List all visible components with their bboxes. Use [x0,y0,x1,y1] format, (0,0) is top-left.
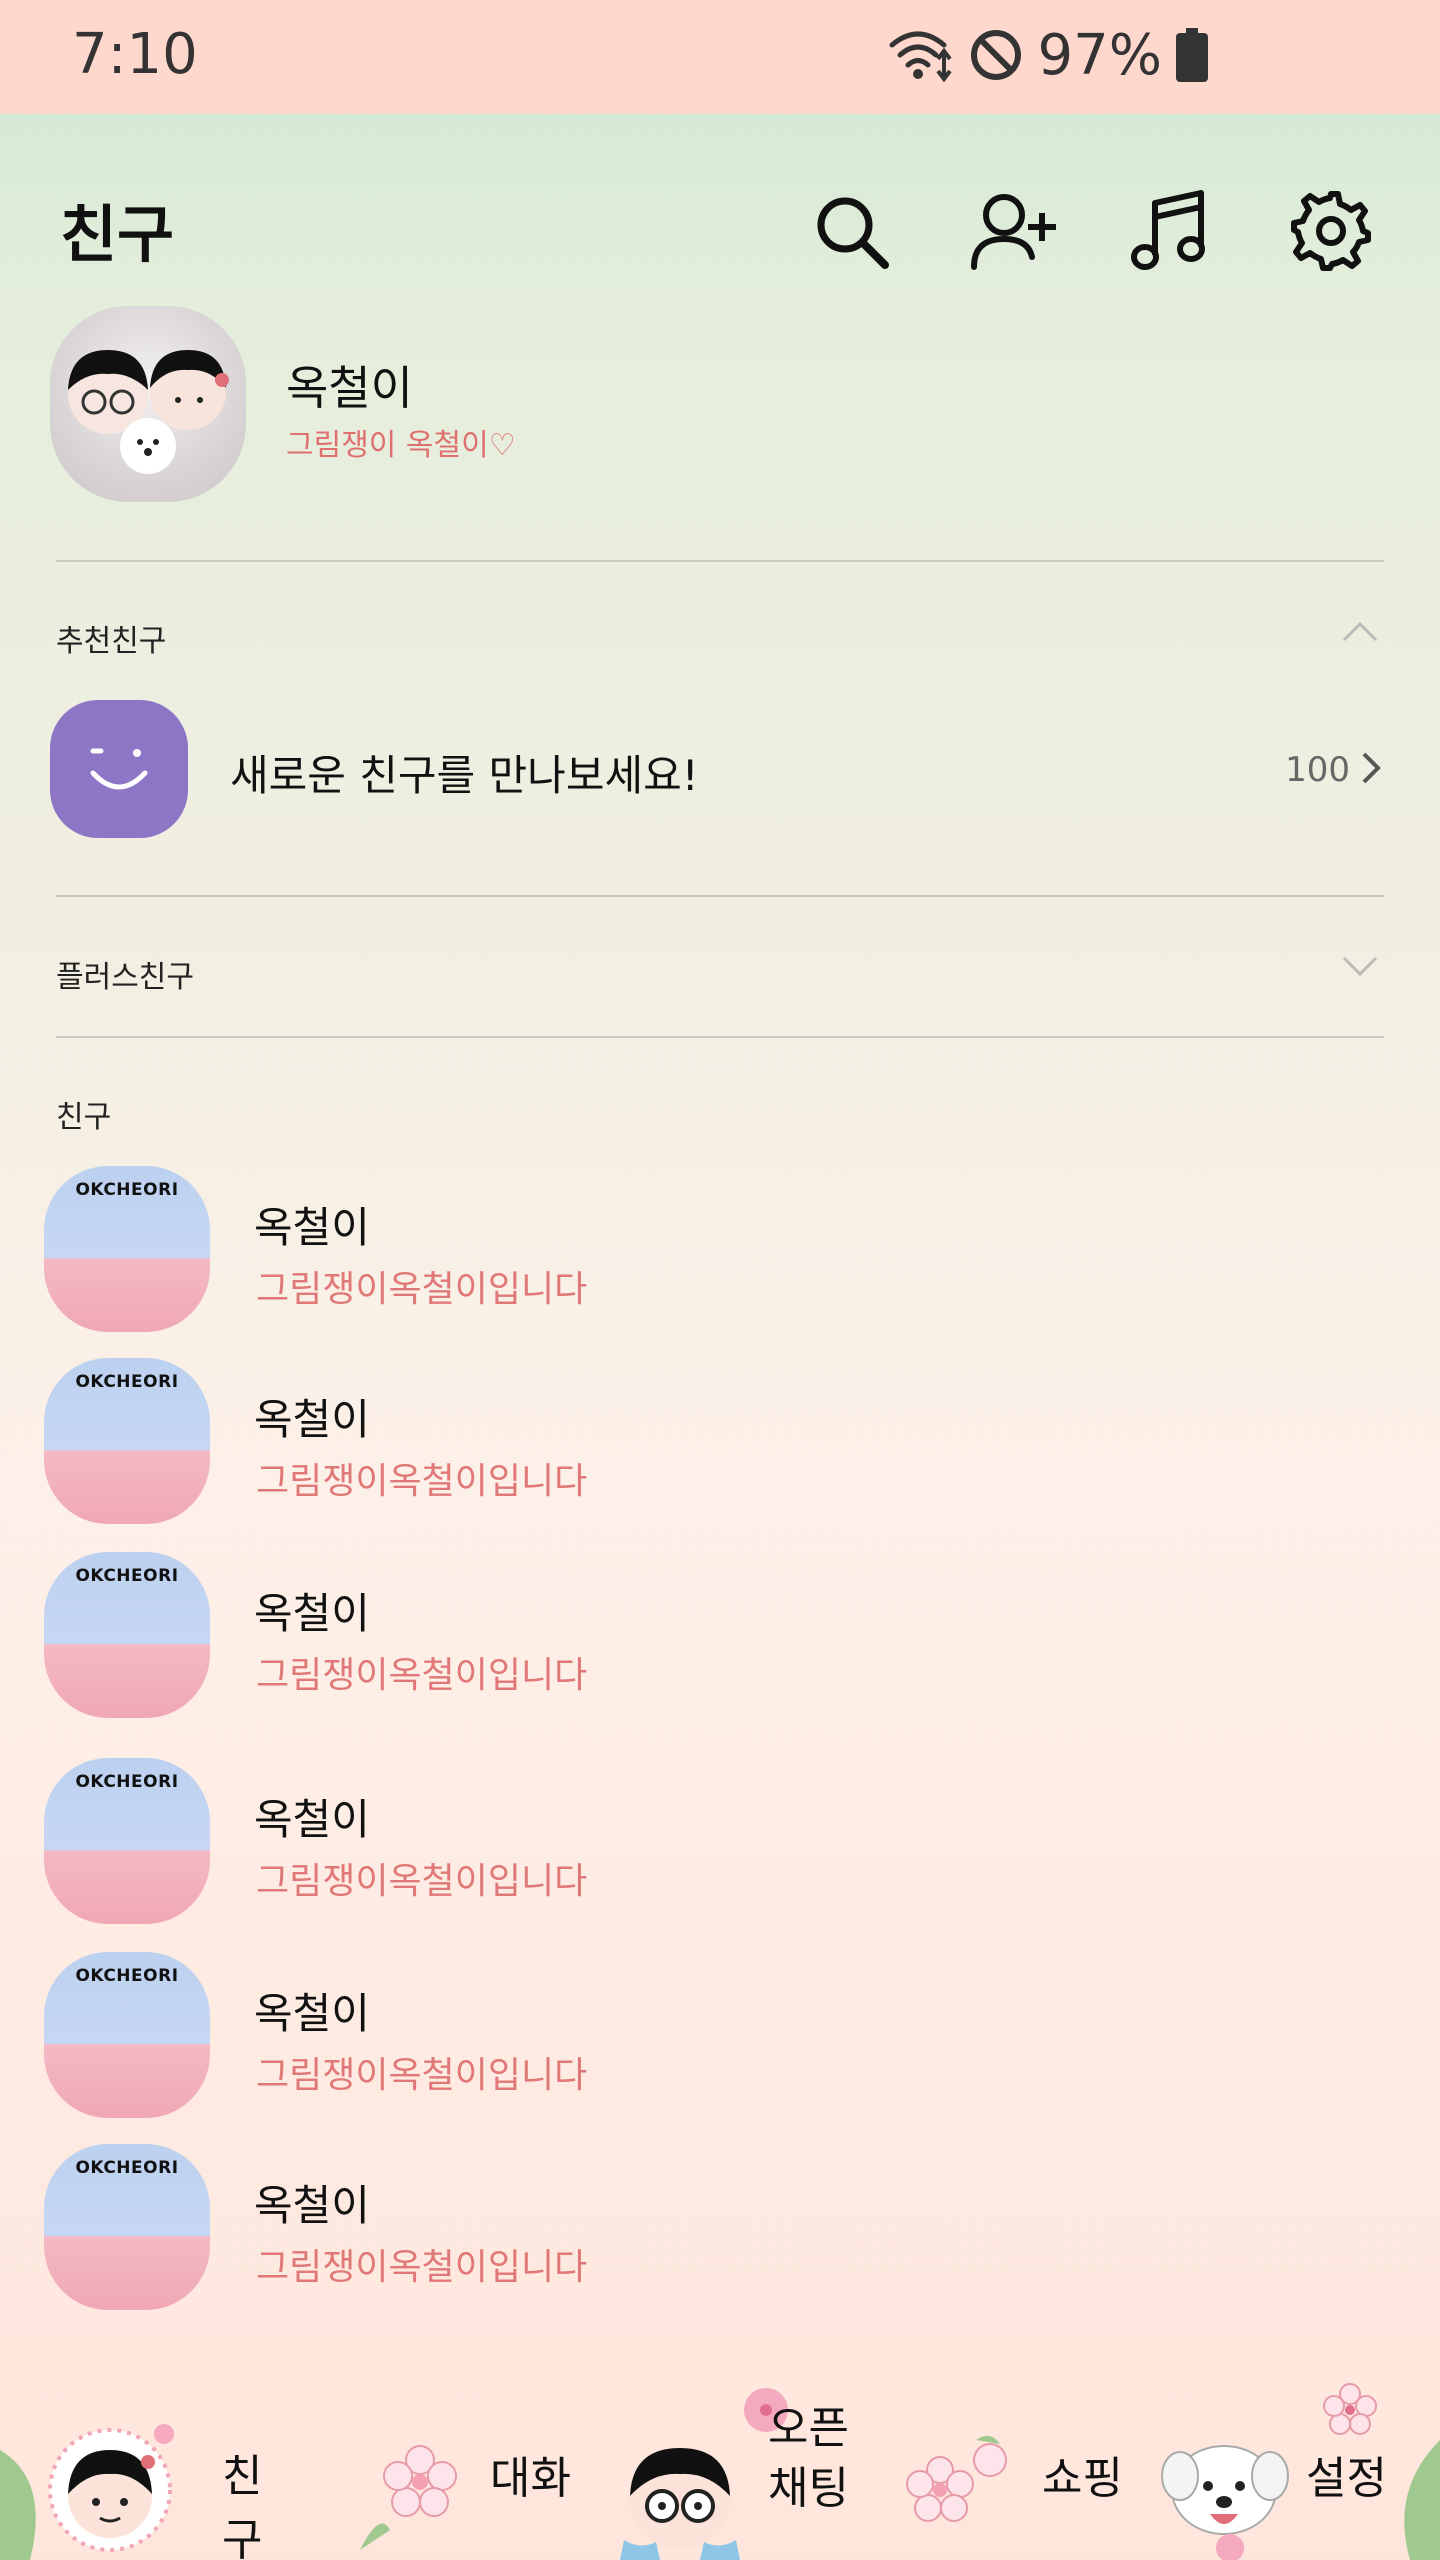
friend-status: 그림쟁이옥철이입니다 [256,2247,588,2288]
friend-name: 옥철이 [254,1395,370,1444]
recommend-avatar[interactable] [50,700,188,838]
friend-status: 그림쟁이옥철이입니다 [256,2055,588,2096]
avatar-label: OKCHEORI [75,1372,179,1392]
friend-name: 옥철이 [254,1989,370,2038]
tab-open-chat[interactable]: 오픈 채팅 [620,2380,870,2560]
divider [56,895,1384,897]
bottom-nav: 친구 대화 오픈 채팅 쇼핑 설정 [0,2380,1440,2560]
friend-name: 옥철이 [254,1795,370,1844]
status-bar: 7:10 97% [0,0,1440,114]
avatar-label: OKCHEORI [75,1180,179,1200]
settings-dog-icon [1161,2445,1289,2560]
avatar-label: OKCHEORI [75,2158,179,2178]
do-not-disturb-icon [968,27,1024,83]
friend-status: 그림쟁이옥철이입니다 [256,1861,588,1902]
list-item[interactable]: OKCHEORI 옥철이 그림쟁이옥철이입니다 [0,1552,1440,1732]
open-chat-character-icon [620,2448,740,2560]
flower-icon [1323,2383,1377,2435]
list-item[interactable]: OKCHEORI 옥철이 그림쟁이옥철이입니다 [0,1166,1440,1346]
avatar-label: OKCHEORI [75,1772,179,1792]
section-title-plus-friends: 플러스친구 [56,960,194,995]
chevron-right-icon[interactable] [1356,746,1386,790]
friend-avatar: OKCHEORI [44,1358,210,1524]
flower-icon [906,2435,1007,2522]
music-icon[interactable] [1126,186,1216,276]
friend-name: 옥철이 [254,1589,370,1638]
tab-friends[interactable]: 친구 [40,2380,280,2560]
battery-percent: 97% [1037,22,1162,88]
chevron-down-icon[interactable] [1338,944,1382,988]
friend-name: 옥철이 [254,2181,370,2230]
add-friend-icon[interactable] [968,186,1058,276]
friend-avatar: OKCHEORI [44,1952,210,2118]
friends-character-icon [48,2424,174,2552]
my-profile-avatar[interactable] [50,306,246,502]
divider [56,560,1384,562]
wifi-icon [888,27,954,83]
tab-chats[interactable]: 대화 [340,2380,590,2560]
section-title-friends: 친구 [56,1100,112,1135]
recommend-text[interactable]: 새로운 친구를 만나보세요! [230,742,699,803]
my-profile-name[interactable]: 옥철이 [286,352,413,418]
list-item[interactable]: OKCHEORI 옥철이 그림쟁이옥철이입니다 [0,1358,1440,1538]
friend-name: 옥철이 [254,1203,370,1252]
list-item[interactable]: OKCHEORI 옥철이 그림쟁이옥철이입니다 [0,1952,1440,2132]
tab-label: 채팅 [768,2463,849,2514]
settings-icon[interactable] [1286,186,1376,276]
friend-status: 그림쟁이옥철이입니다 [256,1461,588,1502]
tab-label: 쇼핑 [1042,2453,1123,2504]
flower-icon [360,2445,457,2550]
status-icons: 97% [888,22,1208,88]
tab-label: 오픈 [768,2403,849,2454]
recommend-count: 100 [1285,750,1350,790]
tab-label: 설정 [1306,2453,1387,2504]
chevron-up-icon[interactable] [1338,610,1382,654]
app-header: 친구 [0,114,1440,294]
tab-shopping[interactable]: 쇼핑 [900,2380,1130,2560]
page-title: 친구 [60,198,175,271]
divider [56,1036,1384,1038]
friend-status: 그림쟁이옥철이입니다 [256,1655,588,1696]
battery-icon [1176,28,1208,82]
search-icon[interactable] [806,186,896,276]
status-time: 7:10 [72,22,198,87]
avatar-label: OKCHEORI [75,1966,179,1986]
friend-status: 그림쟁이옥철이입니다 [256,1269,588,1310]
friend-avatar: OKCHEORI [44,1552,210,1718]
section-title-recommended: 추천친구 [56,624,167,659]
friend-avatar: OKCHEORI [44,1166,210,1332]
my-profile-status: 그림쟁이 옥철이♡ [286,428,516,463]
list-item[interactable]: OKCHEORI 옥철이 그림쟁이옥철이입니다 [0,1758,1440,1938]
tab-settings[interactable]: 설정 [1160,2380,1420,2560]
tab-label: 대화 [490,2453,571,2504]
friend-avatar: OKCHEORI [44,1758,210,1924]
avatar-label: OKCHEORI [75,1566,179,1586]
list-item[interactable]: OKCHEORI 옥철이 그림쟁이옥철이입니다 [0,2144,1440,2324]
tab-label: 친구 [222,2451,263,2560]
friend-avatar: OKCHEORI [44,2144,210,2310]
